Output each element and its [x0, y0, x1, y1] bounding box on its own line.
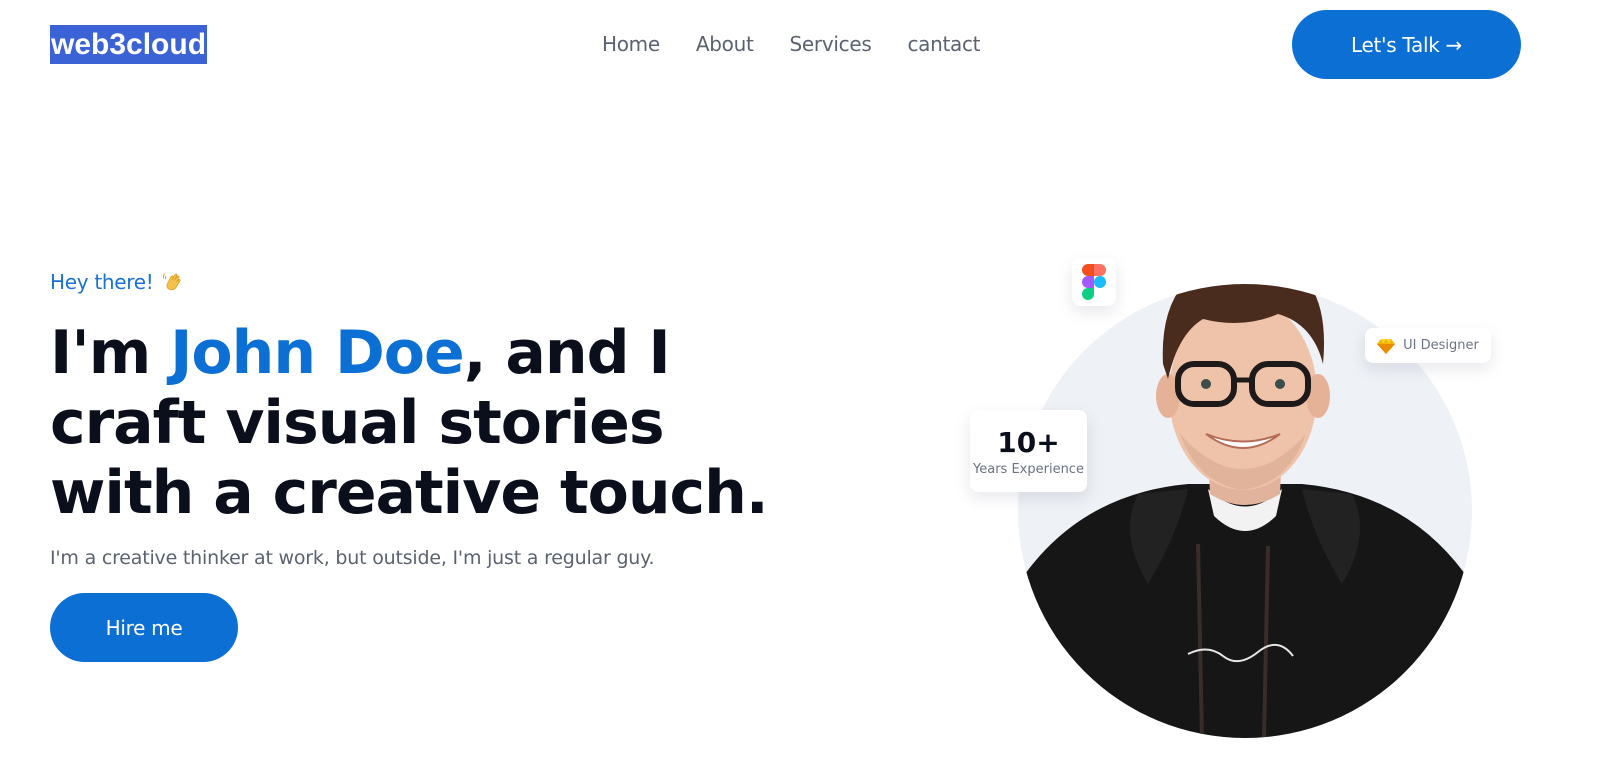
site-logo[interactable]: web3cloud: [50, 25, 208, 64]
hero-greeting: Hey there!: [50, 270, 183, 294]
waving-hand-icon: [163, 273, 182, 291]
nav-contact[interactable]: cantact: [907, 30, 980, 58]
experience-badge: 10+ Years Experience: [970, 410, 1087, 492]
experience-label: Years Experience: [973, 461, 1084, 477]
figma-badge: [1072, 258, 1116, 306]
greeting-text: Hey there!: [50, 270, 154, 294]
experience-value: 10+: [997, 425, 1060, 459]
main-nav: Home About Services cantact: [602, 30, 981, 58]
lets-talk-label: Let's Talk →: [1350, 32, 1463, 57]
headline-prefix: I'm: [50, 318, 171, 388]
ui-designer-label: UI Designer: [1403, 338, 1479, 353]
headline-name: John Doe: [170, 318, 465, 388]
hero-subtitle: I'm a creative thinker at work, but outs…: [50, 547, 655, 569]
ui-designer-badge: UI Designer: [1365, 328, 1491, 363]
lets-talk-button[interactable]: Let's Talk →: [1292, 10, 1521, 79]
nav-home[interactable]: Home: [602, 30, 660, 58]
hero-headline: I'm John Doe, and I craft visual stories…: [50, 318, 810, 528]
hire-me-button[interactable]: Hire me: [50, 593, 238, 662]
nav-about[interactable]: About: [696, 30, 754, 58]
hire-me-label: Hire me: [105, 615, 183, 640]
figma-icon: [1082, 264, 1106, 300]
nav-services[interactable]: Services: [790, 30, 872, 58]
sketch-diamond-icon: [1377, 338, 1396, 354]
